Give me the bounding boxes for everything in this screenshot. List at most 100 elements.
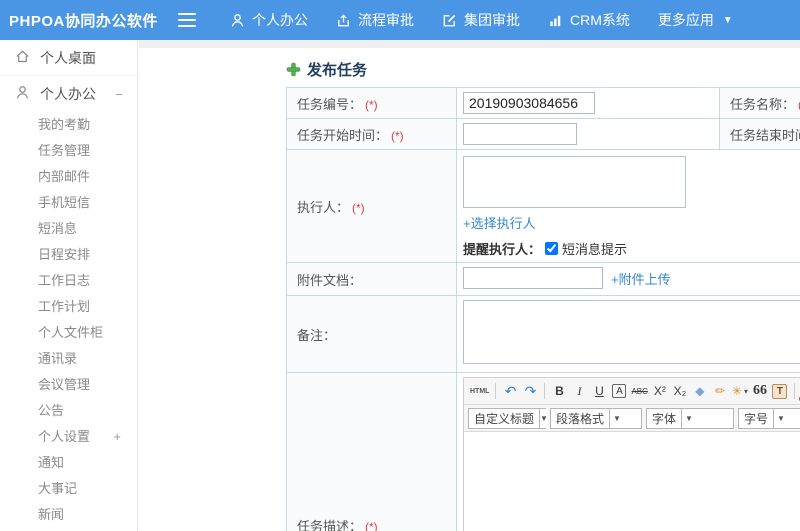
sidebar-item-sms[interactable]: 手机短信 bbox=[0, 190, 137, 216]
nav-process-approval[interactable]: 流程审批 bbox=[336, 10, 414, 30]
sidebar-item-work-log[interactable]: 工作日志 bbox=[0, 268, 137, 294]
paste-text-button[interactable]: T bbox=[772, 383, 788, 399]
nav-label: 更多应用 bbox=[657, 12, 714, 28]
sidebar-item-internal-mail[interactable]: 内部邮件 bbox=[0, 164, 137, 190]
hamburger-menu-icon[interactable] bbox=[178, 13, 196, 27]
remark-textarea[interactable] bbox=[463, 300, 800, 364]
top-bar: PHPOA协同办公软件 个人办公 流程审批 集团审批 CRM系统 更多应用 ▼ bbox=[0, 0, 800, 40]
sms-remind-label: 短消息提示 bbox=[562, 242, 628, 257]
sidebar-item-label: 个人桌面 bbox=[40, 49, 96, 66]
executor-label-cell: 执行人： (*) bbox=[286, 149, 457, 263]
underline-button[interactable]: U bbox=[589, 381, 609, 401]
superscript-button[interactable]: X² bbox=[650, 381, 670, 401]
blockquote-button[interactable]: 66 bbox=[750, 381, 770, 401]
sidebar-item-desktop[interactable]: 个人桌面 bbox=[0, 40, 137, 76]
sidebar-item-schedule[interactable]: 日程安排 bbox=[0, 242, 137, 268]
nav-label: 个人办公 bbox=[252, 12, 308, 28]
required-mark: (*) bbox=[352, 200, 365, 215]
magic-wand-button[interactable]: ✳ bbox=[730, 381, 750, 401]
content-top-strip bbox=[139, 40, 800, 48]
html-source-button[interactable]: HTML bbox=[468, 381, 491, 401]
format-brush-button[interactable]: ✏ bbox=[710, 381, 730, 401]
person-icon bbox=[15, 85, 30, 103]
eraser-button[interactable]: ◆ bbox=[690, 381, 710, 401]
nav-crm-system[interactable]: CRM系统 bbox=[548, 10, 630, 30]
sidebar-item-notice[interactable]: 通知 bbox=[0, 450, 137, 476]
required-mark: (*) bbox=[391, 128, 404, 143]
paragraph-format-select[interactable]: 段落格式 ▼ bbox=[550, 407, 642, 429]
sidebar-item-contacts[interactable]: 通讯录 bbox=[0, 346, 137, 372]
executor-textarea[interactable] bbox=[463, 156, 686, 208]
editor-toolbar-row1: HTML ↶ ↷ B I U A ABC X² X₂ ◆ ✏ ✳ ▾ 66 T … bbox=[464, 378, 800, 405]
sidebar-item-personal-settings[interactable]: 个人设置 + bbox=[0, 424, 137, 450]
collapse-icon[interactable]: − bbox=[115, 87, 123, 102]
main-content: 发布任务 任务编号：(*) 任务名称：(*) 任务开始时间：(*) 任务结束时间… bbox=[139, 40, 800, 531]
sidebar-item-memorabilia[interactable]: 大事记 bbox=[0, 476, 137, 502]
font-family-select[interactable]: 字体 ▼ bbox=[646, 407, 734, 429]
start-time-label-cell: 任务开始时间： (*) bbox=[286, 118, 457, 150]
rich-text-editor: HTML ↶ ↷ B I U A ABC X² X₂ ◆ ✏ ✳ ▾ 66 T … bbox=[463, 377, 800, 531]
sidebar-submenu: 我的考勤 任务管理 内部邮件 手机短信 短消息 日程安排 工作日志 工作计划 个… bbox=[0, 112, 137, 531]
nav-label: 集团审批 bbox=[464, 12, 520, 28]
page-title: 发布任务 bbox=[286, 57, 800, 81]
remark-label-cell: 备注： bbox=[286, 295, 457, 373]
sidebar-item-file-cabinet[interactable]: 个人文件柜 bbox=[0, 320, 137, 346]
person-icon bbox=[230, 13, 245, 28]
sidebar-item-work-plan[interactable]: 工作计划 bbox=[0, 294, 137, 320]
editor-toolbar-row2: 自定义标题 ▼ 段落格式 ▼ 字体 ▼ 字号 ▼ bbox=[464, 405, 800, 432]
chevron-down-icon: ▼ bbox=[539, 408, 548, 428]
sidebar-item-short-message[interactable]: 短消息 bbox=[0, 216, 137, 242]
chevron-down-icon: ▼ bbox=[609, 408, 625, 428]
sidebar: 个人桌面 个人办公 − 我的考勤 任务管理 内部邮件 手机短信 短消息 日程安排… bbox=[0, 40, 138, 531]
sidebar-section-label: 个人办公 bbox=[40, 86, 96, 102]
sms-remind-checkbox[interactable] bbox=[545, 242, 559, 255]
required-mark: (*) bbox=[365, 97, 378, 112]
nav-label: 流程审批 bbox=[358, 12, 414, 28]
nav-more-apps[interactable]: 更多应用 ▼ bbox=[658, 10, 733, 30]
bold-button[interactable]: B bbox=[549, 381, 569, 401]
sidebar-item-announcement[interactable]: 公告 bbox=[0, 398, 137, 424]
chevron-down-icon: ▼ bbox=[773, 408, 789, 428]
main-nav: 个人办公 流程审批 集团审批 CRM系统 更多应用 ▼ bbox=[230, 10, 733, 30]
sidebar-section-personal-office[interactable]: 个人办公 − bbox=[0, 76, 137, 112]
editor-content-area[interactable] bbox=[464, 432, 800, 531]
sidebar-item-news[interactable]: 新闻 bbox=[0, 502, 137, 528]
attachment-input[interactable] bbox=[463, 267, 603, 289]
process-approval-icon bbox=[336, 13, 351, 28]
attachment-upload-link[interactable]: +附件上传 bbox=[611, 269, 671, 288]
page-title-text: 发布任务 bbox=[307, 61, 368, 79]
sidebar-item-meeting-management[interactable]: 会议管理 bbox=[0, 372, 137, 398]
select-executor-link[interactable]: +选择执行人 bbox=[463, 216, 536, 231]
custom-title-select[interactable]: 自定义标题 ▼ bbox=[468, 407, 548, 429]
nav-label: CRM系统 bbox=[570, 12, 630, 28]
nav-group-approval[interactable]: 集团审批 bbox=[442, 10, 520, 30]
undo-button[interactable]: ↶ bbox=[500, 381, 520, 401]
strikethrough-button[interactable]: ABC bbox=[629, 381, 649, 401]
italic-button[interactable]: I bbox=[569, 381, 589, 401]
app-logo: PHPOA协同办公软件 bbox=[9, 12, 158, 30]
start-time-input[interactable] bbox=[463, 123, 577, 145]
chevron-down-icon: ▼ bbox=[722, 14, 733, 26]
publish-task-form: 任务编号：(*) 任务名称：(*) 任务开始时间：(*) 任务结束时间：(*) … bbox=[286, 87, 800, 531]
task-no-label-cell: 任务编号： (*) bbox=[286, 87, 457, 119]
font-size-select[interactable]: 字号 ▼ bbox=[738, 407, 800, 429]
home-icon bbox=[15, 49, 30, 67]
edit-icon bbox=[442, 13, 457, 28]
font-style-button[interactable]: A bbox=[612, 384, 627, 398]
chevron-down-icon: ▼ bbox=[681, 408, 697, 428]
sidebar-item-attendance[interactable]: 我的考勤 bbox=[0, 112, 137, 138]
task-no-input[interactable] bbox=[463, 92, 595, 114]
subscript-button[interactable]: X₂ bbox=[670, 381, 690, 401]
redo-button[interactable]: ↷ bbox=[520, 381, 540, 401]
remind-executor-label: 提醒执行人： bbox=[463, 242, 542, 257]
expand-icon[interactable]: + bbox=[113, 424, 121, 450]
required-mark: (*) bbox=[365, 519, 378, 531]
bar-chart-icon bbox=[548, 13, 563, 28]
add-icon bbox=[286, 62, 301, 77]
task-name-label-cell: 任务名称：(*) bbox=[719, 87, 800, 119]
nav-personal-office[interactable]: 个人办公 bbox=[230, 10, 308, 30]
sidebar-item-task-management[interactable]: 任务管理 bbox=[0, 138, 137, 164]
end-time-label-cell: 任务结束时间：(*) bbox=[719, 118, 800, 150]
description-label-cell: 任务描述： (*) bbox=[286, 372, 457, 531]
attachment-label-cell: 附件文档： bbox=[286, 262, 457, 296]
